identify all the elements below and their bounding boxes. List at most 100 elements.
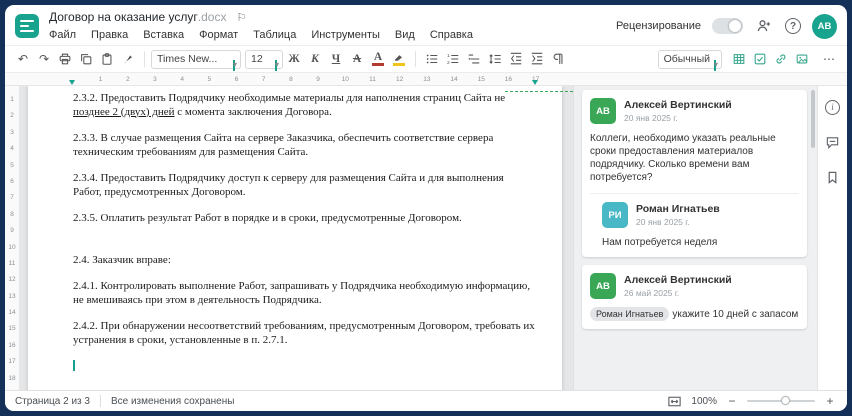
chevron-down-icon: ▾ — [714, 59, 719, 71]
ruler-number: 7 — [10, 194, 14, 202]
user-avatar[interactable]: АВ — [812, 13, 837, 39]
text-cursor — [73, 360, 75, 371]
zoom-in-button[interactable]: + — [823, 394, 837, 408]
menu-item[interactable]: Вид — [395, 29, 415, 41]
info-letter: i — [825, 99, 840, 115]
paragraph-style-select[interactable]: Обычный ▾ — [657, 49, 722, 71]
redo-button[interactable]: ↷ — [34, 49, 54, 69]
comment-header: АВ Алексей Вертинский 20 янв 2025 г. — [590, 98, 799, 124]
copy-icon[interactable] — [76, 49, 96, 69]
editor-window: Договор на оказание услуг .docx ⚐ Файл Пр… — [5, 5, 847, 411]
insert-table-icon[interactable] — [729, 49, 749, 69]
ruler-number: 9 — [10, 227, 14, 235]
comment-author: Алексей Вертинский — [624, 99, 732, 111]
more-tools-button[interactable]: ⋯ — [819, 49, 839, 69]
app-logo-icon[interactable] — [15, 14, 39, 38]
menu-item[interactable]: Формат — [199, 29, 238, 41]
ruler-number: 16 — [504, 75, 513, 83]
insert-link-icon[interactable] — [771, 49, 791, 69]
menu-item[interactable]: Вставка — [143, 29, 184, 41]
menu-item[interactable]: Инструменты — [311, 29, 380, 41]
chevron-down-icon: ▾ — [275, 59, 280, 71]
menu-item[interactable]: Таблица — [253, 29, 296, 41]
ruler-number: 5 — [10, 161, 14, 169]
indent-marker-left[interactable] — [69, 80, 75, 85]
horizontal-ruler[interactable]: 1 2 3 4 5 6 7 8 9 10 11 12 13 14 15 16 17 — [5, 73, 847, 86]
multilevel-list-icon[interactable] — [464, 49, 484, 69]
bullet-list-icon[interactable] — [422, 49, 442, 69]
underline-button[interactable]: Ч — [326, 49, 346, 69]
ruler-number: 11 — [369, 75, 376, 83]
svg-text:2: 2 — [447, 60, 450, 66]
desktop-background: Договор на оказание услуг .docx ⚐ Файл Пр… — [0, 0, 852, 416]
decrease-indent-icon[interactable] — [506, 49, 526, 69]
ruler-number: 14 — [450, 75, 458, 83]
title-menu-block: Договор на оказание услуг .docx ⚐ Файл Пр… — [49, 8, 616, 44]
increase-indent-icon[interactable] — [527, 49, 547, 69]
italic-button[interactable]: К — [305, 49, 325, 69]
fit-width-icon[interactable] — [665, 392, 683, 410]
ruler-number: 12 — [396, 75, 404, 83]
document-title: Договор на оказание услуг — [49, 10, 198, 24]
ruler-number: 18 — [8, 374, 16, 382]
zoom-controls: 100% − + — [665, 392, 837, 410]
zoom-slider-knob[interactable] — [781, 396, 790, 405]
insert-image-icon[interactable] — [792, 49, 812, 69]
ruler-number: 4 — [180, 75, 184, 83]
comment-avatar: АВ — [590, 273, 616, 299]
indent-marker-right[interactable] — [532, 80, 538, 85]
status-bar: Страница 2 из 3 Все изменения сохранены … — [5, 390, 847, 411]
vertical-ruler[interactable]: 1 2 3 4 5 6 7 8 9 10 11 12 13 14 15 16 17 18 — [5, 86, 20, 390]
zoom-value[interactable]: 100% — [691, 396, 717, 407]
numbered-list-icon[interactable]: 1 2 — [443, 49, 463, 69]
chat-icon[interactable] — [824, 133, 842, 151]
review-toggle[interactable] — [712, 18, 743, 34]
toolbar-separator — [415, 51, 416, 67]
font-family-select[interactable]: Times New... ▾ — [151, 49, 241, 71]
font-size-select[interactable]: 12 ▾ — [245, 49, 283, 71]
right-sidebar: i — [817, 86, 847, 390]
toolbar-separator — [144, 51, 145, 67]
menu-item[interactable]: Файл — [49, 29, 76, 41]
comment-card[interactable]: АВ Алексей Вертинский 20 янв 2025 г. Кол… — [582, 90, 807, 257]
help-icon[interactable]: ? — [785, 18, 801, 34]
insert-checkbox-icon[interactable] — [750, 49, 770, 69]
add-user-icon[interactable] — [754, 16, 774, 36]
info-icon[interactable]: i — [824, 98, 842, 116]
comment-reply[interactable]: РИ Роман Игнатьев 20 янв 2025 г. Нам пот… — [590, 193, 799, 249]
font-color-button[interactable]: А — [368, 49, 388, 69]
paragraph: 2.4. Заказчик вправе: — [73, 253, 171, 266]
highlight-color-bar — [393, 62, 405, 66]
paragraph-text: с момента заключения Договора. — [174, 105, 332, 118]
ruler-number: 12 — [8, 276, 16, 284]
print-icon[interactable] — [55, 49, 75, 69]
zoom-slider[interactable] — [747, 396, 815, 405]
comments-scrollbar[interactable] — [811, 90, 815, 148]
undo-button[interactable]: ↶ — [13, 49, 33, 69]
paste-icon[interactable] — [97, 49, 117, 69]
title-row: Договор на оказание услуг .docx ⚐ — [49, 8, 616, 26]
paragraph: 2.3.3. В случае размещения Сайта на серв… — [73, 132, 494, 158]
ruler-number: 3 — [10, 128, 14, 136]
format-painter-icon[interactable] — [118, 49, 138, 69]
zoom-out-button[interactable]: − — [725, 394, 739, 408]
page-indicator[interactable]: Страница 2 из 3 — [15, 396, 90, 407]
chevron-down-icon: ▾ — [233, 59, 238, 71]
paragraph-settings-icon[interactable] — [548, 49, 568, 69]
document-page[interactable]: 2.3.2. Предоставить Подрядчику необходим… — [28, 86, 562, 390]
ruler-number: 2 — [10, 112, 14, 120]
menu-item[interactable]: Правка — [91, 29, 128, 41]
bookmark-icon[interactable] — [824, 168, 842, 186]
comment-card[interactable]: АВ Алексей Вертинский 26 май 2025 г. Ром… — [582, 265, 807, 329]
bold-button[interactable]: Ж — [284, 49, 304, 69]
paragraph: 2.4.2. При обнаружении несоответствий тр… — [73, 320, 535, 346]
menu-item[interactable]: Справка — [430, 29, 473, 41]
line-spacing-icon[interactable] — [485, 49, 505, 69]
favorite-flag-icon[interactable]: ⚐ — [236, 11, 246, 24]
user-mention-chip[interactable]: Роман Игнатьев — [590, 307, 670, 321]
ruler-number: 8 — [10, 210, 14, 218]
highlight-button[interactable] — [389, 49, 409, 69]
comments-panel: АВ Алексей Вертинский 20 янв 2025 г. Кол… — [573, 86, 817, 390]
strikethrough-button[interactable]: А — [347, 49, 367, 69]
document-extension: .docx — [197, 10, 227, 24]
